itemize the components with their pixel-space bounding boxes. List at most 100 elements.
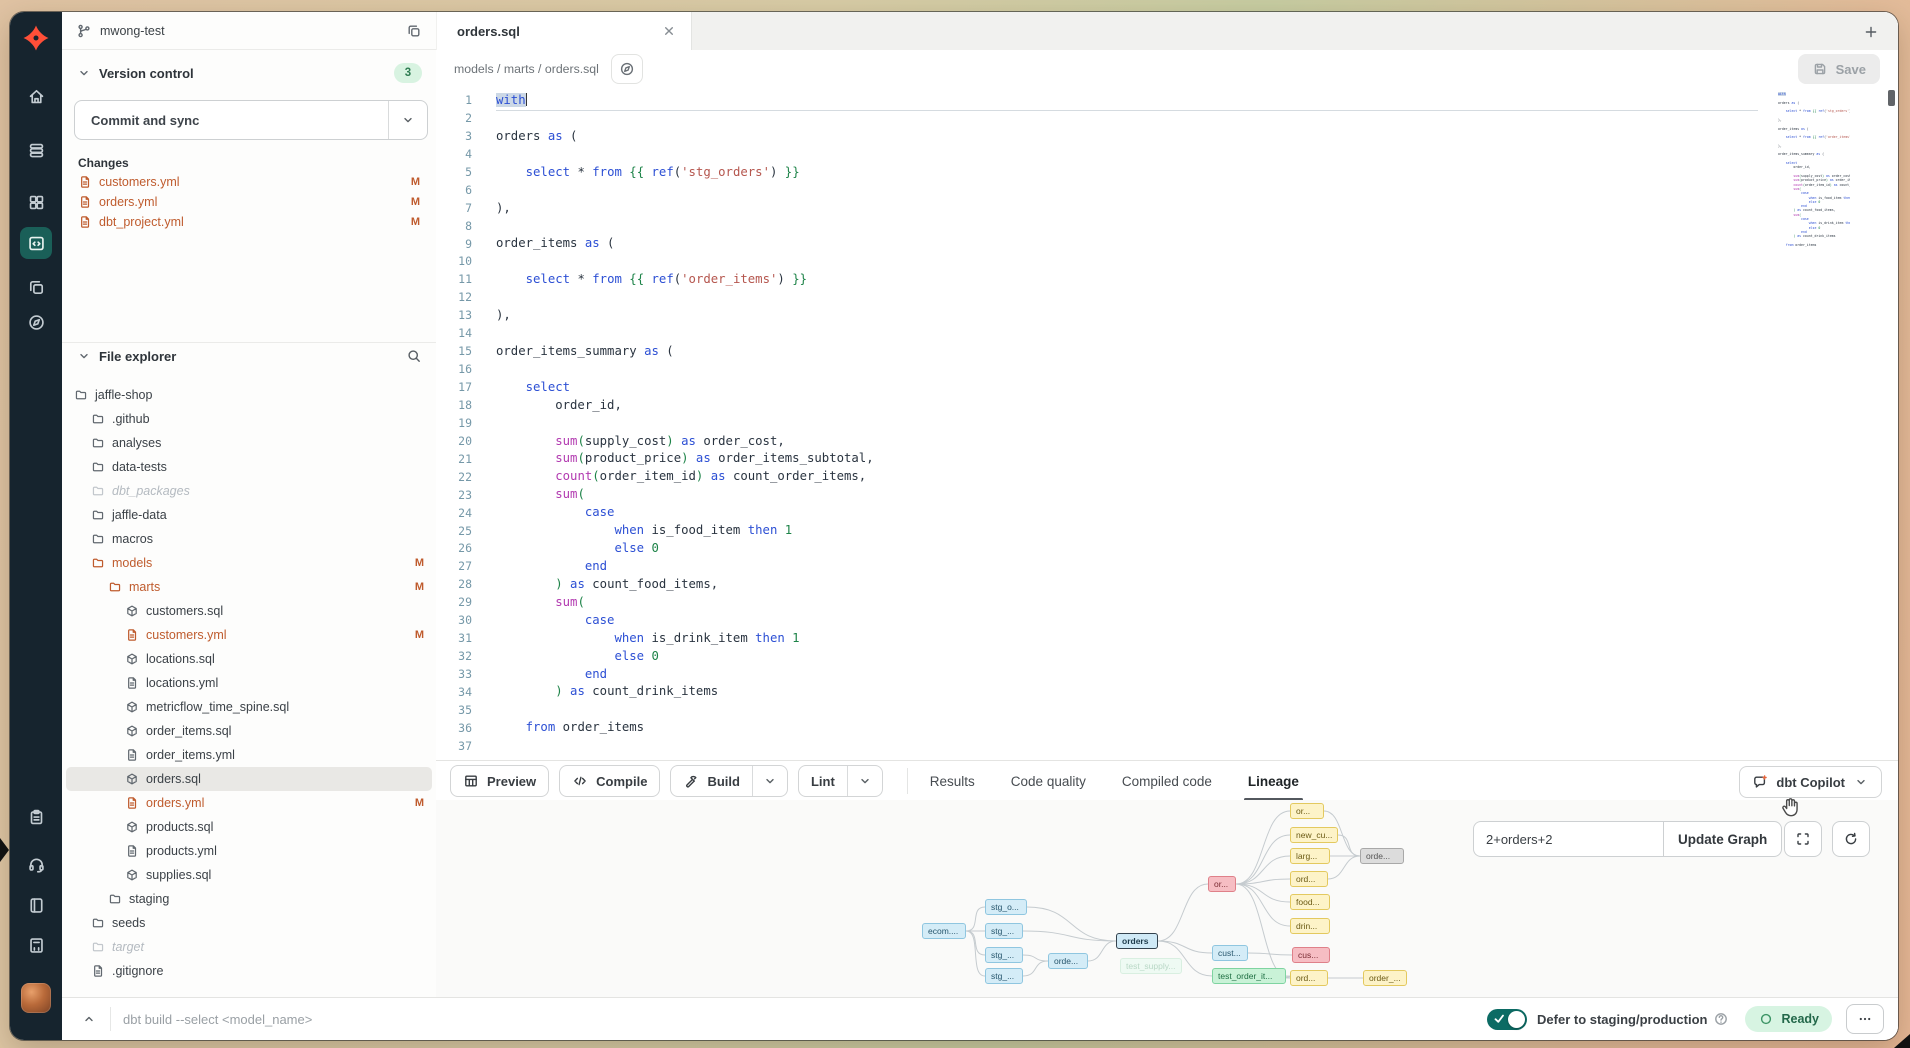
code-line-20[interactable]: sum(supply_cost) as order_cost, xyxy=(496,433,1758,451)
build-button[interactable]: Build xyxy=(671,766,752,796)
code-line-22[interactable]: count(order_item_id) as count_order_item… xyxy=(496,468,1758,486)
lineage-node-ord-[interactable]: ord... xyxy=(1290,871,1328,887)
code-line-32[interactable]: else 0 xyxy=(496,648,1758,666)
code-line-1[interactable]: with xyxy=(496,92,1758,110)
more-options-button[interactable] xyxy=(1846,1004,1884,1034)
save-button[interactable]: Save xyxy=(1798,54,1880,84)
lineage-node-stg-[interactable]: stg_... xyxy=(985,947,1023,963)
tree-item-seeds[interactable]: seeds xyxy=(66,911,432,935)
code-line-36[interactable]: from order_items xyxy=(496,719,1758,737)
code-line-13[interactable]: ), xyxy=(496,307,1758,325)
code-line-12[interactable] xyxy=(496,289,1758,307)
lineage-node-or-[interactable]: or... xyxy=(1290,803,1324,819)
tree-item-locations-sql[interactable]: locations.sql xyxy=(66,647,432,671)
code-line-23[interactable]: sum( xyxy=(496,486,1758,504)
expand-command-bar-button[interactable] xyxy=(76,1006,102,1032)
rail-journal-icon[interactable] xyxy=(20,889,52,921)
changed-file-customers.yml[interactable]: customers.ymlM xyxy=(70,172,428,192)
tree-item-staging[interactable]: staging xyxy=(66,887,432,911)
refresh-graph-button[interactable] xyxy=(1832,821,1870,857)
minimap[interactable]: with orders as ( select * from {{ ref('s… xyxy=(1778,92,1850,252)
tree-item--github[interactable]: .github xyxy=(66,407,432,431)
lineage-node-orde-[interactable]: orde... xyxy=(1360,848,1404,864)
update-graph-button[interactable]: Update Graph xyxy=(1663,821,1782,857)
code-line-18[interactable]: order_id, xyxy=(496,397,1758,415)
code-line-17[interactable]: select xyxy=(496,379,1758,397)
lineage-node-or-[interactable]: or... xyxy=(1208,876,1236,892)
lineage-node-orders[interactable]: orders xyxy=(1116,933,1158,949)
tree-item-jaffle-shop[interactable]: jaffle-shop xyxy=(66,383,432,407)
lineage-node-cus-[interactable]: cus... xyxy=(1292,947,1330,963)
lint-options-chevron[interactable] xyxy=(847,766,882,796)
tab-orders-sql[interactable]: orders.sql xyxy=(437,12,692,50)
rail-clipboard-icon[interactable] xyxy=(20,801,52,833)
code-line-27[interactable]: end xyxy=(496,558,1758,576)
ide-status-badge[interactable]: Ready xyxy=(1745,1006,1832,1032)
tree-item-orders-sql[interactable]: orders.sql xyxy=(66,767,432,791)
code-line-33[interactable]: end xyxy=(496,666,1758,684)
tree-item-macros[interactable]: macros xyxy=(66,527,432,551)
panel-tab-results[interactable]: Results xyxy=(930,761,975,801)
version-control-header[interactable]: Version control 3 xyxy=(62,60,436,86)
panel-tab-compiled-code[interactable]: Compiled code xyxy=(1122,761,1212,801)
tree-item--gitignore[interactable]: .gitignore xyxy=(66,959,432,983)
tree-item-products-sql[interactable]: products.sql xyxy=(66,815,432,839)
code-line-31[interactable]: when is_drink_item then 1 xyxy=(496,630,1758,648)
commit-and-sync-button[interactable]: Commit and sync xyxy=(74,100,428,140)
tree-item-locations-yml[interactable]: locations.yml xyxy=(66,671,432,695)
rail-compass-icon[interactable] xyxy=(20,306,52,338)
code-line-15[interactable]: order_items_summary as ( xyxy=(496,343,1758,361)
tree-item-supplies-sql[interactable]: supplies.sql xyxy=(66,863,432,887)
code-line-8[interactable] xyxy=(496,217,1758,235)
changed-file-orders.yml[interactable]: orders.ymlM xyxy=(70,192,428,212)
search-icon[interactable] xyxy=(406,348,422,364)
code-line-25[interactable]: when is_food_item then 1 xyxy=(496,522,1758,540)
tree-item-dbt-packages[interactable]: dbt_packages xyxy=(66,479,432,503)
lineage-node-cust-[interactable]: cust... xyxy=(1212,945,1248,961)
editor-scrollbar-thumb[interactable] xyxy=(1888,90,1895,106)
code-line-2[interactable] xyxy=(496,110,1758,128)
lint-button[interactable]: Lint xyxy=(799,766,847,796)
code-line-7[interactable]: ), xyxy=(496,200,1758,218)
rail-headset-icon[interactable] xyxy=(20,848,52,880)
panel-tab-lineage[interactable]: Lineage xyxy=(1248,761,1299,801)
close-tab-icon[interactable] xyxy=(661,23,677,39)
lineage-node-ecom-[interactable]: ecom.... xyxy=(922,923,966,939)
lineage-selector-input[interactable] xyxy=(1473,821,1663,857)
code-line-34[interactable]: ) as count_drink_items xyxy=(496,683,1758,701)
code-line-11[interactable]: select * from {{ ref('order_items') }} xyxy=(496,271,1758,289)
code-line-4[interactable] xyxy=(496,146,1758,164)
lineage-node-drin-[interactable]: drin... xyxy=(1290,918,1330,934)
lineage-node-stg-[interactable]: stg_... xyxy=(985,923,1023,939)
rail-code-window-icon[interactable] xyxy=(20,227,52,259)
tree-item-order-items-sql[interactable]: order_items.sql xyxy=(66,719,432,743)
lineage-node-orde-[interactable]: orde... xyxy=(1048,953,1088,969)
defer-toggle[interactable] xyxy=(1487,1009,1527,1030)
user-avatar[interactable] xyxy=(21,983,51,1013)
code-line-30[interactable]: case xyxy=(496,612,1758,630)
branch-row[interactable]: mwong-test xyxy=(62,12,436,50)
tree-item-data-tests[interactable]: data-tests xyxy=(66,455,432,479)
code-line-5[interactable]: select * from {{ ref('stg_orders') }} xyxy=(496,164,1758,182)
lineage-node-stg-[interactable]: stg_... xyxy=(985,968,1023,984)
lineage-node-test-supply-[interactable]: test_supply... xyxy=(1120,958,1182,974)
lineage-node-ord-[interactable]: ord... xyxy=(1290,970,1328,986)
code-line-14[interactable] xyxy=(496,325,1758,343)
code-line-35[interactable] xyxy=(496,701,1758,719)
copy-branch-icon[interactable] xyxy=(406,23,422,39)
tree-item-customers-sql[interactable]: customers.sql xyxy=(66,599,432,623)
code-line-28[interactable]: ) as count_food_items, xyxy=(496,576,1758,594)
rail-panel-icon[interactable] xyxy=(20,929,52,961)
code-line-6[interactable] xyxy=(496,182,1758,200)
rail-home-icon[interactable] xyxy=(20,80,52,112)
lineage-node-larg-[interactable]: larg... xyxy=(1290,848,1330,864)
tree-item-metricflow-time-spine-sql[interactable]: metricflow_time_spine.sql xyxy=(66,695,432,719)
tree-item-marts[interactable]: martsM xyxy=(66,575,432,599)
code-editor[interactable]: 1234567891011121314151617181920212223242… xyxy=(436,88,1898,760)
code-line-10[interactable] xyxy=(496,253,1758,271)
open-in-explorer-button[interactable] xyxy=(611,54,643,84)
tree-item-order-items-yml[interactable]: order_items.yml xyxy=(66,743,432,767)
code-content[interactable]: with orders as ( select * from {{ ref('s… xyxy=(496,92,1758,755)
new-tab-button[interactable] xyxy=(1858,19,1884,45)
help-icon[interactable] xyxy=(1713,1011,1729,1027)
